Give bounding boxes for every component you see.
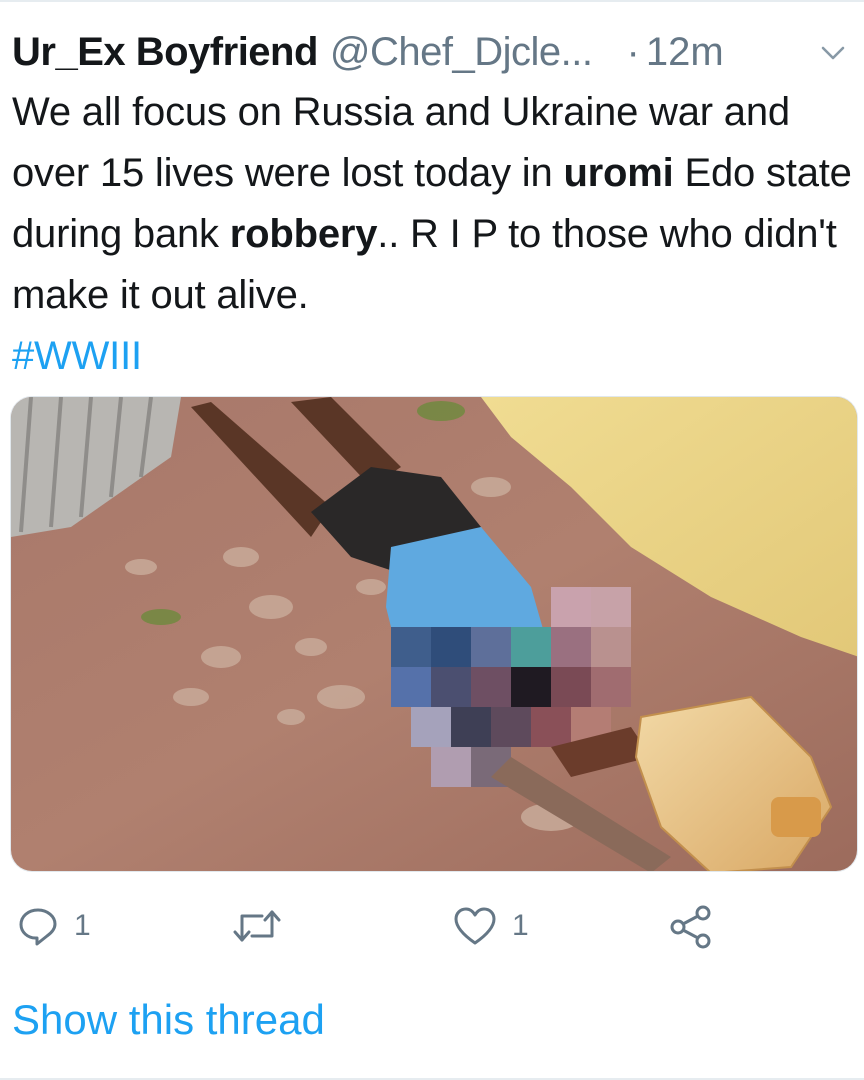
tweet-actions: 1 1: [0, 900, 864, 960]
timestamp[interactable]: 12m: [646, 28, 724, 76]
heart-icon: [454, 907, 496, 945]
hashtag-link[interactable]: #WWIII: [12, 334, 142, 378]
user-handle[interactable]: @Chef_Djcle...: [330, 28, 593, 76]
chevron-down-icon[interactable]: [818, 38, 848, 68]
highlight-uromi: uromi: [563, 151, 674, 195]
reply-button[interactable]: 1: [16, 904, 91, 948]
highlight-robbery: robbery: [229, 212, 378, 256]
reply-count: 1: [74, 909, 91, 942]
share-button[interactable]: [668, 904, 714, 950]
tweet-header: Ur_Ex Boyfriend @Chef_Djcle... · 12m: [12, 28, 852, 76]
retweet-icon: [233, 910, 281, 942]
like-count: 1: [512, 909, 529, 942]
share-icon: [670, 905, 711, 949]
retweet-button[interactable]: [232, 904, 282, 948]
display-name[interactable]: Ur_Ex Boyfriend: [12, 28, 318, 76]
tweet-photo[interactable]: [10, 396, 858, 872]
photo-blurred-content: [11, 397, 857, 871]
separator-dot: ·: [626, 30, 640, 74]
reply-icon: [19, 908, 57, 946]
like-button[interactable]: 1: [452, 904, 529, 948]
show-thread-link[interactable]: Show this thread: [12, 994, 325, 1046]
top-divider: [0, 0, 864, 2]
tweet-text: We all focus on Russia and Ukraine war a…: [12, 82, 858, 387]
